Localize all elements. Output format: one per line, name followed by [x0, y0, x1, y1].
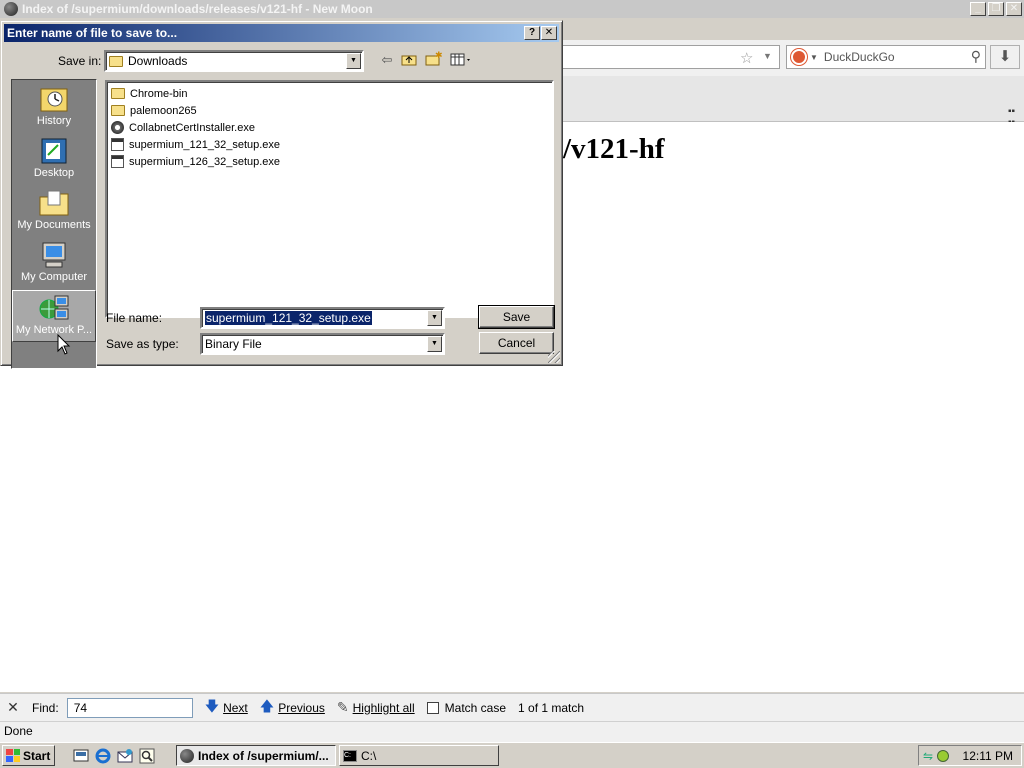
downloads-icon[interactable]: ⬇ — [990, 45, 1020, 69]
outlook-express-icon[interactable] — [116, 747, 134, 765]
find-next-button[interactable]: 🡇 Next — [205, 696, 248, 720]
close-find-icon[interactable]: ✕ — [0, 699, 26, 716]
list-item[interactable]: palemoon265 — [109, 102, 550, 119]
resize-grip-icon[interactable] — [548, 351, 560, 363]
tray-app-icon[interactable] — [937, 749, 950, 762]
find-previous-button[interactable]: 🡅 Previous — [260, 696, 325, 720]
taskbar-item-browser[interactable]: Index of /supermium/... — [176, 745, 336, 766]
mouse-cursor-icon — [57, 333, 71, 359]
minimize-button[interactable]: _ — [970, 2, 986, 16]
taskbar-item-cmd[interactable]: C: C:\ — [339, 745, 499, 766]
save-button[interactable]: Save — [478, 305, 555, 329]
help-button[interactable]: ? — [524, 26, 540, 40]
restore-button[interactable]: ❐ — [988, 2, 1004, 16]
place-my-computer[interactable]: My Computer — [12, 238, 96, 290]
list-item[interactable]: CollabnetCertInstaller.exe — [109, 119, 550, 136]
chevron-down-icon[interactable]: ▼ — [427, 336, 442, 352]
search-engine-dropdown-icon[interactable]: ▼ — [810, 53, 818, 62]
save-as-type-dropdown[interactable]: Binary File ▼ — [200, 333, 445, 355]
find-label: Find: — [32, 700, 59, 715]
my-computer-icon — [38, 241, 70, 269]
network-icon[interactable]: ⇋ — [923, 749, 933, 763]
match-case-label: Match case — [444, 700, 507, 715]
save-as-type-label: Save as type: — [106, 337, 179, 351]
duckduckgo-icon[interactable] — [791, 49, 807, 65]
search-bar[interactable]: ▼ DuckDuckGo ⚲ — [786, 45, 986, 69]
view-menu-icon[interactable] — [447, 51, 475, 69]
console-icon: C: — [343, 749, 357, 762]
file-name-input[interactable]: supermium_121_32_setup.exe ▼ — [200, 307, 445, 329]
start-button[interactable]: Start — [2, 745, 55, 766]
file-list[interactable]: Chrome-bin palemoon265 CollabnetCertInst… — [105, 80, 554, 318]
cancel-button[interactable]: Cancel — [479, 332, 554, 354]
chevron-down-icon[interactable]: ▼ — [346, 53, 361, 69]
clock: 12:11 PM — [962, 748, 1013, 763]
browser-title: Index of /supermium/downloads/releases/v… — [22, 2, 373, 16]
history-icon — [38, 85, 70, 113]
arrow-down-icon: 🡇 — [204, 697, 220, 714]
network-places-icon — [38, 294, 70, 322]
svg-text:✱: ✱ — [435, 51, 442, 60]
browser-titlebar: Index of /supermium/downloads/releases/v… — [0, 0, 1024, 18]
dialog-title: Enter name of file to save to... — [7, 26, 178, 40]
newmoon-icon — [4, 2, 18, 16]
installer-icon — [111, 121, 124, 134]
dialog-close-button[interactable]: ✕ — [541, 26, 557, 40]
list-item[interactable]: Chrome-bin — [109, 85, 550, 102]
search-icon[interactable]: ⚲ — [971, 48, 981, 65]
list-item[interactable]: supermium_121_32_setup.exe — [109, 136, 550, 153]
find-bar: ✕ Find: 74 🡇 Next 🡅 Previous ✎ Highlight… — [0, 693, 1024, 721]
place-desktop[interactable]: Desktop — [12, 134, 96, 186]
close-button[interactable]: ✕ — [1006, 2, 1022, 16]
dialog-titlebar: Enter name of file to save to... ? ✕ — [4, 24, 559, 42]
highlight-all-button[interactable]: ✎ Highlight all — [337, 699, 415, 716]
match-count: 1 of 1 match — [518, 700, 585, 715]
page-heading: /v121-hf — [563, 133, 665, 165]
save-in-dropdown[interactable]: Downloads ▼ — [104, 50, 364, 72]
exe-file-icon — [111, 155, 124, 168]
new-folder-icon[interactable]: ✱ — [423, 50, 443, 69]
back-arrow-icon[interactable]: ⇦ — [377, 51, 397, 69]
bookmark-star-icon[interactable]: ☆ — [740, 49, 753, 67]
desktop-icon — [38, 137, 70, 165]
windows-logo-icon — [6, 749, 20, 762]
url-dropdown-icon[interactable]: ▼ — [763, 51, 772, 61]
file-name-value: supermium_121_32_setup.exe — [205, 311, 372, 325]
folder-icon — [109, 55, 123, 67]
chevron-down-icon[interactable]: ▼ — [427, 310, 442, 326]
folder-icon — [111, 88, 125, 99]
match-case-checkbox[interactable] — [426, 701, 439, 714]
places-bar: History Desktop My Documents My Computer… — [11, 79, 97, 369]
taskbar: Start Index of /supermium/... C: C:\ ⇋ 1… — [0, 742, 1024, 768]
my-documents-icon — [38, 189, 70, 217]
save-file-dialog: Enter name of file to save to... ? ✕ Sav… — [0, 20, 563, 369]
exe-file-icon — [111, 138, 124, 151]
status-text: Done — [4, 724, 33, 738]
search-tool-icon[interactable] — [138, 747, 156, 765]
place-my-documents[interactable]: My Documents — [12, 186, 96, 238]
show-desktop-icon[interactable] — [72, 747, 90, 765]
folder-icon — [111, 105, 125, 116]
place-history[interactable]: History — [12, 82, 96, 134]
place-my-network-places[interactable]: My Network P... — [12, 290, 96, 342]
find-input[interactable]: 74 — [66, 697, 193, 718]
status-bar: Done — [0, 721, 1024, 742]
highlighter-icon: ✎ — [336, 699, 349, 715]
newmoon-icon — [180, 748, 194, 763]
internet-explorer-icon[interactable] — [94, 747, 112, 765]
save-in-label: Save in: — [58, 54, 102, 68]
up-folder-icon[interactable] — [399, 51, 419, 69]
arrow-up-icon: 🡅 — [259, 697, 275, 714]
search-placeholder: DuckDuckGo — [823, 50, 895, 64]
list-item[interactable]: supermium_126_32_setup.exe — [109, 153, 550, 170]
system-tray: ⇋ 12:11 PM — [918, 745, 1022, 766]
file-name-label: File name: — [106, 311, 163, 325]
